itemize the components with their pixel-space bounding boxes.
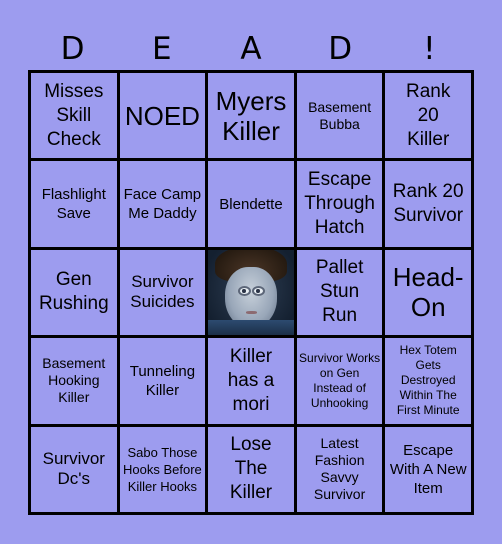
header-letter: A (240, 31, 262, 67)
bingo-cell[interactable]: Gen Rushing (31, 249, 117, 336)
cell-text: Flashlight Save (41, 186, 106, 223)
bingo-cell[interactable]: Basement Bubba (296, 73, 383, 159)
cell-text: Misses Skill Check (44, 80, 104, 150)
cell-text: Survivor Works on Gen Instead of Unhooki… (299, 350, 381, 410)
bingo-cell[interactable]: Escape With A New Item (385, 426, 471, 512)
bingo-cell[interactable]: Pallet Stun Run (296, 249, 383, 336)
header-letter: ! (423, 31, 436, 67)
portrait-eye (253, 287, 263, 294)
free-space-portrait[interactable] (208, 249, 294, 336)
bingo-cell[interactable]: Basement Hooking Killer (31, 338, 117, 424)
bingo-cell[interactable]: Flashlight Save (31, 161, 117, 247)
bingo-cell[interactable]: Myers Killer (208, 73, 294, 159)
bingo-cell[interactable]: Latest Fashion Savvy Survivor (296, 426, 383, 512)
bingo-cell[interactable]: Blendette (208, 161, 294, 247)
bingo-cell[interactable]: Rank 20 Survivor (385, 161, 471, 247)
bingo-cell[interactable]: Survivor Dc's (31, 426, 117, 512)
portrait-eye (239, 287, 249, 294)
cell-text: Survivor Dc's (42, 449, 105, 489)
bingo-cell[interactable]: Survivor Works on Gen Instead of Unhooki… (296, 338, 383, 424)
bingo-cell[interactable]: Head-On (385, 249, 471, 336)
cell-text: Basement Hooking Killer (42, 355, 106, 406)
cell-text: Head-On (392, 262, 464, 323)
cell-text: Sabo Those Hooks Before Killer Hooks (123, 444, 202, 494)
cell-text: Tunneling Killer (129, 362, 196, 399)
cell-text: Blendette (219, 195, 283, 213)
bingo-cell[interactable]: Rank 20 Killer (385, 73, 471, 159)
cell-text: Basement Bubba (308, 98, 372, 132)
cell-text: Pallet Stun Run (315, 257, 364, 327)
cell-text: Rank 20 Killer (406, 80, 451, 150)
cell-text: Killer has a mori (227, 345, 275, 415)
bingo-header: D E A D ! (28, 28, 474, 70)
bingo-cell[interactable]: Misses Skill Check (31, 73, 117, 159)
cell-text: Escape Through Hatch (304, 169, 375, 239)
header-letter: D (60, 31, 85, 67)
bingo-cell[interactable]: NOED (119, 73, 206, 159)
bingo-cell[interactable]: Lose The Killer (208, 426, 294, 512)
cell-text: Lose The Killer (229, 434, 273, 504)
cell-text: Survivor Suicides (130, 272, 195, 312)
bingo-cell[interactable]: Escape Through Hatch (296, 161, 383, 247)
bingo-cell[interactable]: Face Camp Me Daddy (119, 161, 206, 247)
bingo-cell[interactable]: Tunneling Killer (119, 338, 206, 424)
cell-text: Gen Rushing (38, 269, 109, 315)
cell-text: Face Camp Me Daddy (123, 186, 202, 223)
bingo-cell[interactable]: Killer has a mori (208, 338, 294, 424)
cell-text: Latest Fashion Savvy Survivor (313, 435, 366, 503)
portrait-shirt (208, 319, 294, 336)
cell-text: Hex Totem Gets Destroyed Within The Firs… (396, 343, 460, 418)
bingo-card-grid: Misses Skill Check NOED Myers Killer Bas… (28, 70, 474, 515)
cell-text: NOED (124, 100, 200, 131)
cell-text: Rank 20 Survivor (392, 181, 464, 227)
cell-text: Myers Killer (215, 85, 287, 146)
header-letter: D (328, 31, 353, 67)
portrait-mouth (245, 311, 258, 314)
cell-text: Escape With A New Item (389, 441, 467, 497)
bingo-cell[interactable]: Survivor Suicides (119, 249, 206, 336)
header-letter: E (151, 31, 172, 67)
bingo-cell[interactable]: Hex Totem Gets Destroyed Within The Firs… (385, 338, 471, 424)
bingo-cell[interactable]: Sabo Those Hooks Before Killer Hooks (119, 426, 206, 512)
survivor-portrait-image (208, 249, 294, 336)
